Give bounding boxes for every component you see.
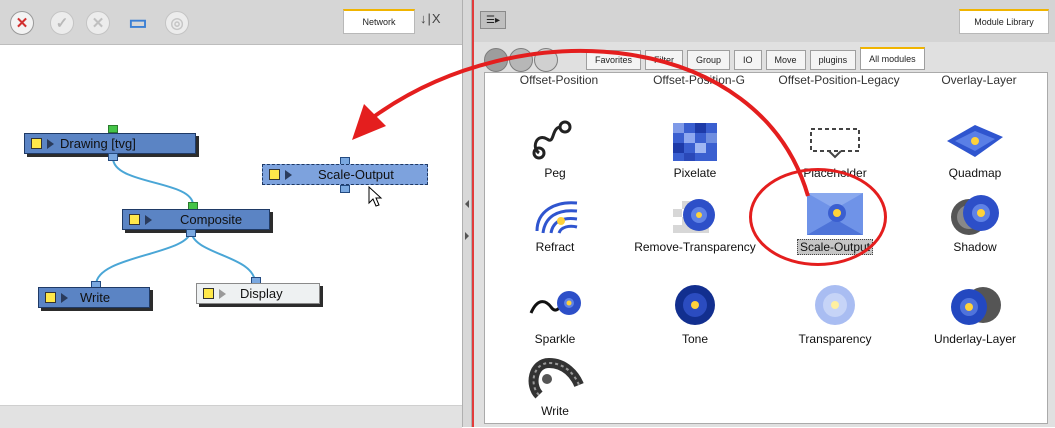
- node-label: Write: [80, 290, 111, 305]
- node-enable-toggle[interactable]: [45, 292, 56, 303]
- node-label: Display: [240, 286, 283, 301]
- tab-filter[interactable]: Filter: [645, 50, 684, 70]
- module-label: Write: [541, 404, 569, 418]
- module-library-icon-c[interactable]: [534, 48, 558, 72]
- pane-splitter[interactable]: [462, 0, 472, 427]
- node-composite[interactable]: Composite: [122, 209, 270, 230]
- module-library-icon-b[interactable]: [509, 48, 533, 72]
- collapse-right-icon[interactable]: [465, 232, 469, 240]
- module-write[interactable]: Write: [485, 355, 625, 423]
- shadow-icon: [951, 195, 999, 235]
- transparency-icon: [815, 285, 855, 325]
- module-grid: Offset-Position Offset-Position-G Offset…: [484, 72, 1048, 424]
- scale-output-icon: [807, 193, 863, 235]
- module-label: Placeholder: [803, 166, 867, 180]
- module-quadmap[interactable]: Quadmap: [905, 117, 1045, 187]
- tab-move[interactable]: Move: [765, 50, 806, 70]
- module-label-partial: Overlay-Layer: [941, 73, 1017, 87]
- module-label-partial: Offset-Position-G: [653, 73, 745, 87]
- module-label-partial: Offset-Position: [519, 73, 599, 87]
- tab-io[interactable]: IO: [734, 50, 762, 70]
- node-label: Composite: [180, 212, 243, 227]
- module-underlay-layer[interactable]: Underlay-Layer: [905, 283, 1045, 353]
- node-expand-icon[interactable]: [145, 214, 152, 225]
- module-transparency[interactable]: Transparency: [765, 283, 905, 353]
- composite-output-port[interactable]: [186, 229, 196, 237]
- tab-module-library[interactable]: Module Library: [959, 9, 1049, 34]
- refract-icon: [531, 195, 581, 235]
- node-enable-toggle[interactable]: [203, 288, 214, 299]
- module-label: Sparkle: [534, 332, 576, 346]
- module-label: Underlay-Layer: [933, 332, 1017, 346]
- module-shadow[interactable]: Shadow: [905, 191, 1045, 261]
- node-enable-toggle[interactable]: [269, 169, 280, 180]
- node-enable-toggle[interactable]: [31, 138, 42, 149]
- view-menu-button[interactable]: ☰▸: [480, 11, 506, 29]
- module-remove-transparency[interactable]: Remove-Transparency: [625, 191, 765, 261]
- network-status-bar: [0, 405, 462, 428]
- module-library-icon-a[interactable]: [484, 48, 508, 72]
- quadmap-icon: [947, 125, 1003, 157]
- placeholder-icon: [810, 128, 860, 159]
- drawing-input-port[interactable]: [108, 125, 118, 133]
- library-toolbar: ☰▸ Module Library: [474, 0, 1055, 42]
- module-label: Transparency: [798, 332, 872, 346]
- module-tone[interactable]: Tone: [625, 283, 765, 353]
- write-icon: [528, 357, 584, 399]
- peg-icon: [532, 120, 572, 160]
- underlay-layer-icon: [951, 287, 1001, 325]
- module-label: Tone: [681, 332, 709, 346]
- remove-transparency-icon: [673, 199, 715, 233]
- module-label: Quadmap: [948, 166, 1002, 180]
- module-refract[interactable]: Refract: [485, 191, 625, 261]
- module-peg[interactable]: Peg: [485, 117, 625, 187]
- node-display[interactable]: Display: [196, 283, 320, 304]
- drawing-output-port[interactable]: [108, 153, 118, 161]
- module-library-pane: ☰▸ Module Library Favorites Filter Group…: [472, 0, 1055, 427]
- node-label: Scale-Output: [318, 167, 394, 182]
- tab-favorites[interactable]: Favorites: [586, 50, 642, 70]
- node-expand-icon[interactable]: [219, 288, 226, 299]
- module-label-partial: Offset-Position-Legacy: [778, 73, 900, 87]
- node-expand-icon[interactable]: [47, 138, 54, 149]
- tab-group[interactable]: Group: [687, 50, 731, 70]
- scale-output-output-port[interactable]: [340, 185, 350, 193]
- module-placeholder[interactable]: Placeholder: [765, 117, 905, 187]
- node-expand-icon[interactable]: [61, 292, 68, 303]
- node-label: Drawing [tvg]: [60, 136, 136, 151]
- node-scale-output[interactable]: Scale-Output: [262, 164, 428, 185]
- module-label: Peg: [544, 166, 566, 180]
- module-scale-output[interactable]: Scale-Output: [765, 191, 905, 261]
- tone-icon: [675, 285, 715, 325]
- sparkle-icon: [529, 291, 581, 315]
- collapse-left-icon[interactable]: [465, 200, 469, 208]
- category-tabs: Favorites Filter Group IO Move plugins A…: [586, 47, 929, 70]
- node-write[interactable]: Write: [38, 287, 150, 308]
- module-label: Scale-Output: [765, 239, 905, 255]
- pixelate-icon: [673, 123, 717, 161]
- tab-plugins[interactable]: plugins: [809, 50, 857, 70]
- module-label: Refract: [535, 240, 575, 254]
- node-drawing[interactable]: Drawing [tvg]: [24, 133, 196, 154]
- node-expand-icon[interactable]: [285, 169, 292, 180]
- module-sparkle[interactable]: Sparkle: [485, 283, 625, 353]
- network-pane: ✕ ✓ ✕ ▭ ◎ Network ↓|X Drawing [tvg] Comp…: [0, 0, 462, 428]
- node-enable-toggle[interactable]: [129, 214, 140, 225]
- module-pixelate[interactable]: Pixelate: [625, 117, 765, 187]
- module-label: Remove-Transparency: [634, 240, 756, 254]
- module-label: Shadow: [953, 240, 997, 254]
- tab-all-modules[interactable]: All modules: [860, 47, 925, 70]
- module-label: Pixelate: [673, 166, 717, 180]
- mouse-cursor-icon: [368, 186, 383, 207]
